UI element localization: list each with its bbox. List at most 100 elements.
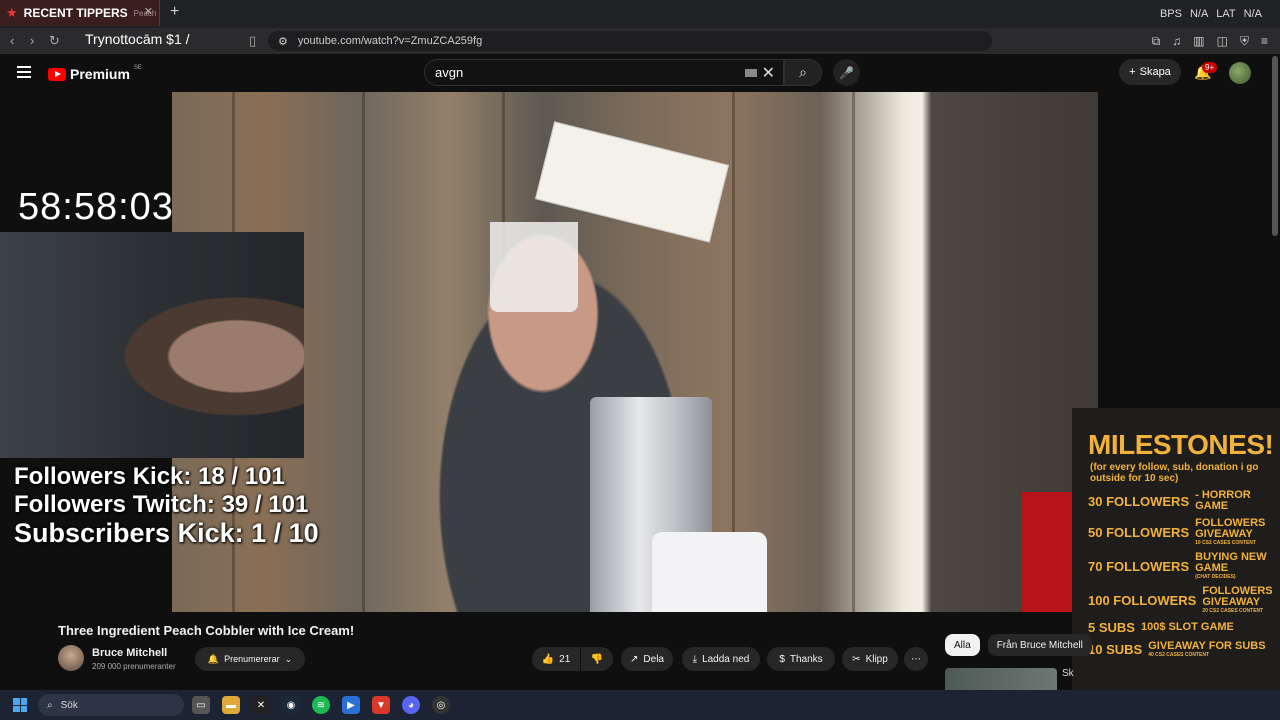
milestone-reward: GIVEAWAY FOR SUBS 40 CS2 CASES CONTENT	[1148, 640, 1266, 659]
voice-search-button[interactable]: 🎤	[833, 59, 860, 86]
related-filter-chips: Alla Från Bruce Mitchell	[945, 634, 1092, 656]
thanks-label: Thanks	[789, 653, 823, 665]
download-label: Ladda ned	[702, 653, 750, 665]
milestone-row: 5 SUBS 100$ SLOT GAME	[1088, 620, 1270, 635]
brave-browser-icon[interactable]: ▼	[372, 696, 390, 714]
clear-search-icon[interactable]: ✕	[762, 63, 775, 83]
search-input[interactable]: avgn ✕	[424, 59, 784, 86]
lat-value: N/A	[1243, 8, 1262, 20]
notification-badge: 9+	[1202, 62, 1218, 73]
lat-label: LAT	[1216, 8, 1236, 20]
obs-icon[interactable]: ◎	[432, 696, 450, 714]
subscribed-label: Prenumererar	[224, 654, 280, 664]
back-icon[interactable]: ‹	[10, 33, 14, 48]
milestone-reward: BUYING NEW GAME (CHAT DECIDES)	[1195, 551, 1267, 581]
taskbar-apps: ▭ ▬ ✕ ◉ ≋ ▶ ▼ ◕ ◎	[192, 696, 450, 714]
youtube-header: Premium SE avgn ✕ ⌕ 🎤 + Skapa 🔔 9+	[0, 54, 1280, 92]
more-icon: ⋯	[911, 653, 921, 665]
measuring-cup	[490, 222, 578, 312]
stat-followers-kick: Followers Kick: 18 / 101	[14, 463, 285, 490]
discord-icon[interactable]: ◕	[402, 696, 420, 714]
sidebar-icon[interactable]: ▥	[1193, 34, 1204, 49]
wallet-icon[interactable]: ◫	[1217, 34, 1228, 49]
spotify-icon[interactable]: ≋	[312, 696, 330, 714]
youtube-logo[interactable]: Premium SE	[48, 65, 142, 82]
stream-timer: 58:58:03	[18, 186, 174, 228]
page-scrollbar[interactable]	[1272, 56, 1278, 236]
user-avatar[interactable]	[1229, 62, 1251, 84]
chip-from-channel[interactable]: Från Bruce Mitchell	[987, 634, 1092, 656]
windows-taskbar: ⌕ Sök ▭ ▬ ✕ ◉ ≋ ▶ ▼ ◕ ◎	[0, 690, 1280, 720]
keyboard-icon[interactable]	[745, 69, 757, 77]
new-tab-button[interactable]: +	[170, 3, 179, 21]
subscribed-button[interactable]: 🔔 Prenumererar ⌄	[195, 647, 305, 671]
steam-icon[interactable]: ◉	[282, 696, 300, 714]
extensions-icon[interactable]: ⧉	[1152, 34, 1161, 49]
milestones-subtitle: (for every follow, sub, donation i go ou…	[1090, 462, 1259, 484]
thanks-icon: $	[779, 653, 785, 665]
milestone-goal: 5 SUBS	[1088, 620, 1135, 635]
milestone-goal: 30 FOLLOWERS	[1088, 493, 1190, 509]
stat-subscribers-kick: Subscribers Kick: 1 / 10	[14, 518, 319, 548]
milestone-reward: FOLLOWERS GIVEAWAY 20 CS2 CASES CONTENT	[1202, 585, 1273, 615]
hamburger-menu-icon[interactable]	[17, 66, 31, 78]
taskbar-search[interactable]: ⌕ Sök	[38, 694, 184, 716]
forward-icon[interactable]: ›	[30, 33, 34, 48]
star-icon: ★	[6, 5, 18, 20]
windows-start-icon[interactable]	[13, 698, 27, 712]
thanks-button[interactable]: $ Thanks	[767, 647, 835, 671]
thumbs-down-icon: 👎	[590, 653, 604, 665]
browser-tab-strip: ★ RECENT TIPPERS Peach ✕ + BPS N/A LAT N…	[0, 0, 1280, 28]
shield-icon[interactable]: ⛨	[1240, 34, 1249, 49]
chip-all[interactable]: Alla	[945, 634, 980, 656]
tab-title: RECENT TIPPERS	[23, 6, 128, 20]
metal-wall-stripe	[362, 92, 365, 612]
milestone-reward: FOLLOWERS GIVEAWAY 10 CS2 CASES CONTENT	[1195, 517, 1266, 547]
browser-tab[interactable]: ★ RECENT TIPPERS Peach ✕	[0, 0, 160, 26]
clip-label: Klipp	[865, 653, 888, 665]
search-button[interactable]: ⌕	[784, 59, 822, 86]
bps-label: BPS	[1159, 8, 1182, 20]
bps-value: N/A	[1189, 8, 1209, 20]
epic-games-icon[interactable]: ✕	[252, 696, 270, 714]
related-video-thumbnail[interactable]	[945, 668, 1057, 690]
create-button[interactable]: + Skapa	[1119, 59, 1181, 85]
channel-name[interactable]: Bruce Mitchell	[92, 647, 167, 659]
dislike-button[interactable]: 👎	[581, 647, 613, 671]
address-toolbar: ‹ › ↻ Trynottocām $1 / ▯ ⚙ youtube.com/w…	[0, 28, 1280, 54]
url-field[interactable]: ⚙ youtube.com/watch?v=ZmuZCA259fg	[268, 31, 992, 51]
related-video-title[interactable]: Sk	[1062, 668, 1074, 679]
milestone-goal: 10 SUBS	[1088, 642, 1143, 657]
reload-icon[interactable]: ↻	[49, 33, 60, 49]
bookmark-icon[interactable]: ▯	[249, 33, 256, 49]
network-stats: BPS N/A LAT N/A	[1160, 8, 1262, 20]
close-tab-icon[interactable]: ✕	[144, 5, 153, 18]
webcam-feed	[0, 232, 304, 458]
logo-word: Premium	[70, 66, 130, 82]
like-count: 21	[559, 653, 571, 665]
music-icon[interactable]: ♫	[1172, 34, 1181, 49]
task-view-icon[interactable]: ▭	[192, 696, 210, 714]
taskbar-search-placeholder: Sök	[60, 699, 78, 711]
download-button[interactable]: ⤓ Ladda ned	[682, 647, 760, 671]
channel-avatar[interactable]	[58, 645, 84, 671]
milestones-title: MILESTONES!	[1088, 429, 1274, 460]
like-button[interactable]: 👍 21	[532, 647, 580, 671]
search-value: avgn	[435, 65, 464, 80]
site-settings-icon[interactable]: ⚙	[278, 35, 288, 48]
share-icon: ↗	[630, 653, 639, 665]
file-explorer-icon[interactable]: ▬	[222, 696, 240, 714]
stream-overlay-text: Trynottocām $1 /	[85, 31, 190, 47]
subscriber-count: 209 000 prenumeranter	[92, 662, 176, 671]
youtube-play-icon	[48, 67, 66, 81]
search-icon: ⌕	[47, 699, 53, 711]
milk-jug	[652, 532, 767, 612]
more-actions-button[interactable]: ⋯	[904, 647, 928, 671]
browser-menu-icon[interactable]: ≡	[1261, 34, 1268, 49]
milestone-reward: - HORROR GAME	[1195, 489, 1251, 512]
clip-button[interactable]: ✂ Klipp	[842, 647, 898, 671]
app-icon[interactable]: ▶	[342, 696, 360, 714]
share-button[interactable]: ↗ Dela	[621, 647, 673, 671]
create-label: Skapa	[1139, 66, 1171, 78]
download-icon: ⤓	[692, 653, 698, 665]
